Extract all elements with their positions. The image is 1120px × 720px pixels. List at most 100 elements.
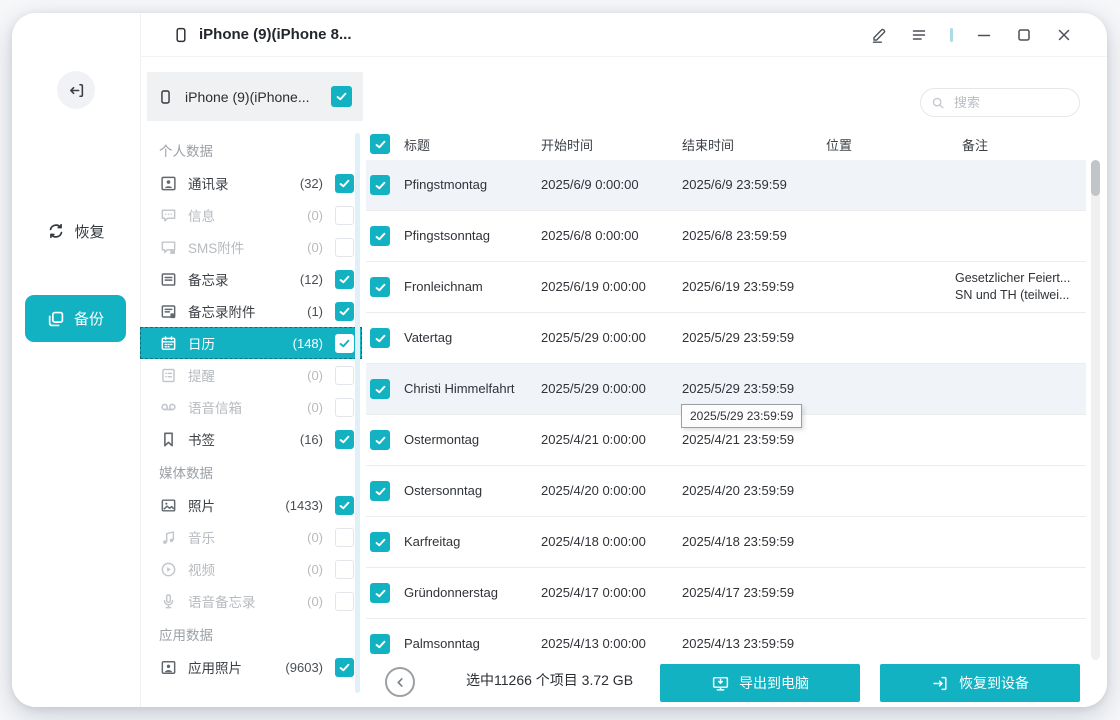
category-item-videos[interactable]: 视频 (0) (140, 553, 362, 585)
row-checkbox[interactable] (370, 175, 390, 195)
category-checkbox[interactable] (335, 528, 354, 547)
close-icon[interactable] (1055, 26, 1073, 44)
cell-start-time: 2025/5/29 0:00:00 (541, 330, 646, 345)
category-item-messages[interactable]: 信息 (0) (140, 199, 362, 231)
search-input[interactable] (952, 94, 1069, 111)
minimize-icon[interactable] (975, 26, 993, 44)
device-checkbox[interactable] (331, 86, 352, 107)
cell-end-time: 2025/5/29 23:59:59 (682, 381, 794, 396)
category-checkbox[interactable] (335, 238, 354, 257)
cell-title: Gründonnerstag (404, 585, 498, 600)
cell-title: Ostermontag (404, 432, 479, 447)
category-label: 提醒 (188, 365, 215, 385)
category-label: 应用照片 (188, 657, 242, 677)
row-checkbox[interactable] (370, 481, 390, 501)
sidebar-item-backup[interactable]: 备份 (25, 295, 126, 342)
cell-note: Gesetzlicher Feiert...SN und TH (teilwei… (955, 270, 1103, 304)
menu-icon[interactable] (910, 26, 928, 44)
category-item-music[interactable]: 音乐 (0) (140, 521, 362, 553)
category-count: (12) (300, 272, 323, 287)
search-box[interactable] (920, 88, 1080, 117)
category-item-photos[interactable]: 照片 (1433) (140, 489, 362, 521)
row-checkbox[interactable] (370, 430, 390, 450)
column-header: 位置 (826, 135, 852, 154)
sidebar-item-restore[interactable]: 恢复 (12, 217, 140, 245)
category-checkbox[interactable] (335, 302, 354, 321)
cell-end-time: 2025/6/9 23:59:59 (682, 177, 787, 192)
row-checkbox[interactable] (370, 532, 390, 552)
row-checkbox[interactable] (370, 328, 390, 348)
category-checkbox[interactable] (335, 366, 354, 385)
restore-to-device-button[interactable]: 恢复到设备 (880, 664, 1080, 702)
window-title: iPhone (9)(iPhone 8... (199, 26, 352, 43)
table-row[interactable]: Vatertag 2025/5/29 0:00:00 2025/5/29 23:… (366, 313, 1086, 364)
edit-icon[interactable] (870, 26, 888, 44)
category-item-notes[interactable]: 备忘录 (12) (140, 263, 362, 295)
category-label: 日历 (188, 333, 215, 353)
row-checkbox[interactable] (370, 634, 390, 654)
category-count: (0) (307, 594, 323, 609)
category-section-header: 应用数据 (140, 617, 366, 651)
category-item-bookmarks[interactable]: 书签 (16) (140, 423, 362, 455)
category-count: (1433) (285, 498, 323, 513)
category-item-app-photos[interactable]: 应用照片 (9603) (140, 651, 362, 683)
category-item-notes-attachments[interactable]: 备忘录附件 (1) (140, 295, 362, 327)
category-label: 照片 (188, 495, 215, 515)
category-checkbox[interactable] (335, 174, 354, 193)
cell-start-time: 2025/4/20 0:00:00 (541, 483, 646, 498)
cell-start-time: 2025/4/21 0:00:00 (541, 432, 646, 447)
photos-icon (160, 497, 177, 514)
category-count: (16) (300, 432, 323, 447)
category-panel: iPhone (9)(iPhone... 个人数据 通讯录 (32) 信息 (0… (140, 57, 366, 707)
category-checkbox[interactable] (335, 658, 354, 677)
category-checkbox[interactable] (335, 398, 354, 417)
category-label: 备忘录附件 (188, 301, 256, 321)
category-scrollbar[interactable] (355, 133, 360, 693)
category-checkbox[interactable] (335, 430, 354, 449)
cell-title: Karfreitag (404, 534, 460, 549)
exit-button[interactable] (57, 71, 95, 109)
category-item-sms-attachments[interactable]: SMS附件 (0) (140, 231, 362, 263)
app-photos-icon (160, 659, 177, 676)
export-to-pc-button[interactable]: 导出到电脑 (660, 664, 860, 702)
table-row[interactable]: Pfingstmontag 2025/6/9 0:00:00 2025/6/9 … (366, 160, 1086, 211)
cell-start-time: 2025/6/9 0:00:00 (541, 177, 639, 192)
table-row[interactable]: Karfreitag 2025/4/18 0:00:00 2025/4/18 2… (366, 517, 1086, 568)
select-all-checkbox[interactable] (370, 134, 390, 154)
category-item-voice-memos[interactable]: 语音备忘录 (0) (140, 585, 362, 617)
table-row[interactable]: Ostersonntag 2025/4/20 0:00:00 2025/4/20… (366, 466, 1086, 517)
row-checkbox[interactable] (370, 226, 390, 246)
back-button[interactable] (385, 667, 415, 697)
category-checkbox[interactable] (335, 206, 354, 225)
voicemail-icon (160, 399, 177, 416)
category-count: (1) (307, 304, 323, 319)
device-selector[interactable]: iPhone (9)(iPhone... (147, 72, 363, 121)
table-row[interactable]: Fronleichnam 2025/6/19 0:00:00 2025/6/19… (366, 262, 1086, 313)
category-checkbox[interactable] (335, 592, 354, 611)
category-checkbox[interactable] (335, 496, 354, 515)
cell-start-time: 2025/4/17 0:00:00 (541, 585, 646, 600)
messages-icon (160, 207, 177, 224)
category-checkbox[interactable] (335, 270, 354, 289)
sms-attachments-icon (160, 239, 177, 256)
bookmarks-icon (160, 431, 177, 448)
table-row[interactable]: Gründonnerstag 2025/4/17 0:00:00 2025/4/… (366, 568, 1086, 619)
row-checkbox[interactable] (370, 277, 390, 297)
category-checkbox[interactable] (335, 334, 354, 353)
row-checkbox[interactable] (370, 583, 390, 603)
category-item-reminders[interactable]: 提醒 (0) (140, 359, 362, 391)
category-item-contacts[interactable]: 通讯录 (32) (140, 167, 362, 199)
notes-icon (160, 271, 177, 288)
table-scrollbar[interactable] (1091, 160, 1100, 660)
restore-label: 恢复 (74, 221, 104, 242)
export-icon (711, 674, 730, 693)
category-item-calendar[interactable]: 日历 (148) (140, 327, 362, 359)
row-checkbox[interactable] (370, 379, 390, 399)
scrollbar-thumb[interactable] (1091, 160, 1100, 196)
table-header: 标题开始时间结束时间位置备注 (366, 132, 1086, 160)
category-checkbox[interactable] (335, 560, 354, 579)
cell-start-time: 2025/6/19 0:00:00 (541, 279, 646, 294)
table-row[interactable]: Pfingstsonntag 2025/6/8 0:00:00 2025/6/8… (366, 211, 1086, 262)
maximize-icon[interactable] (1015, 26, 1033, 44)
category-item-voicemail[interactable]: 语音信箱 (0) (140, 391, 362, 423)
